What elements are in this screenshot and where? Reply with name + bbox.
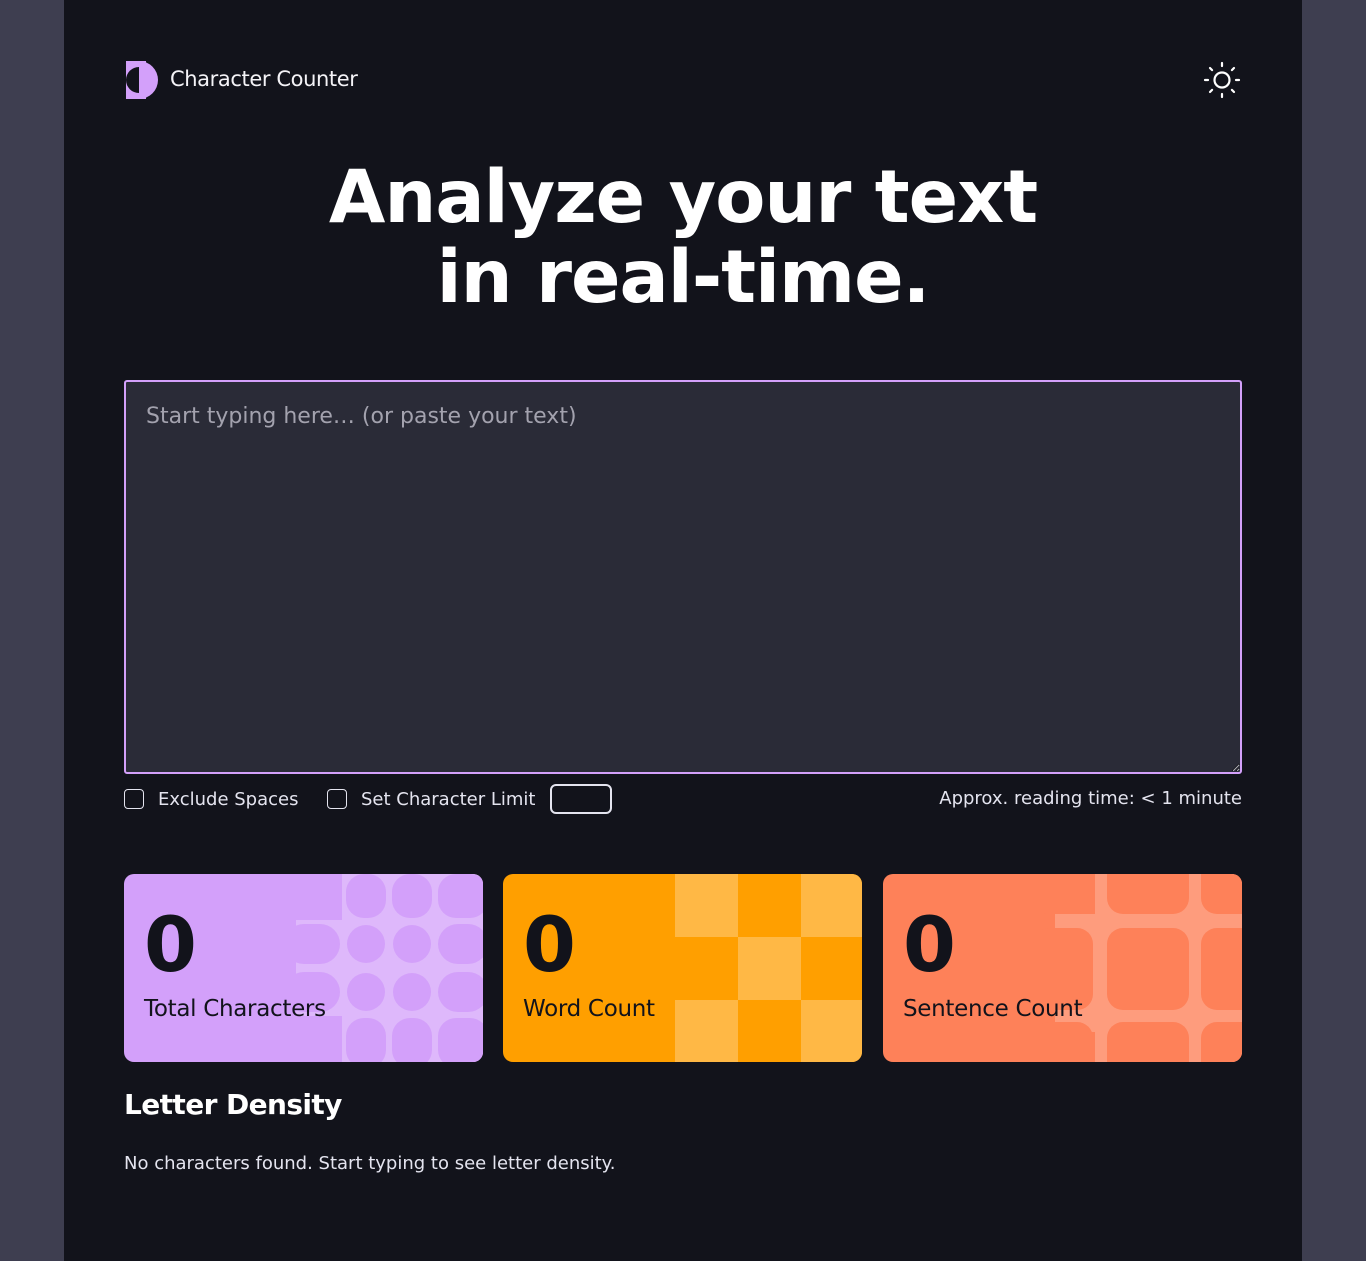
header: Character Counter [124, 60, 1242, 100]
total-characters-label: Total Characters [144, 996, 326, 1022]
sun-icon [1203, 61, 1241, 99]
theme-toggle-button[interactable] [1202, 60, 1242, 100]
hero-line-1: Analyze your text [328, 155, 1038, 240]
hero-heading: Analyze your text in real-time. [64, 158, 1302, 318]
half-circle-logo-icon [126, 61, 158, 99]
exclude-spaces-checkbox[interactable] [124, 789, 144, 809]
exclude-spaces-option[interactable]: Exclude Spaces [124, 783, 298, 815]
word-count-card: 0 Word Count [503, 874, 862, 1062]
word-count-label: Word Count [523, 996, 655, 1022]
sentence-count-card: 0 Sentence Count [883, 874, 1242, 1062]
set-limit-option[interactable]: Set Character Limit [327, 783, 612, 815]
letter-density-title: Letter Density [124, 1088, 342, 1121]
character-limit-input[interactable] [549, 784, 612, 814]
app-title: Character Counter [170, 67, 358, 91]
options-bar: Exclude Spaces Set Character Limit Appro… [124, 783, 1242, 815]
text-input[interactable] [124, 380, 1242, 774]
set-limit-label: Set Character Limit [361, 788, 536, 810]
page: Character Counter Analyze your text in r… [64, 0, 1302, 1261]
exclude-spaces-label: Exclude Spaces [158, 788, 299, 810]
total-characters-card: 0 Total Characters [124, 874, 483, 1062]
set-limit-checkbox[interactable] [327, 789, 347, 809]
sentence-count-label: Sentence Count [903, 996, 1083, 1022]
total-characters-value: 0 [144, 900, 197, 989]
word-count-value: 0 [523, 900, 576, 989]
sentence-count-value: 0 [903, 900, 956, 989]
letter-density-empty-message: No characters found. Start typing to see… [124, 1153, 616, 1174]
reading-time: Approx. reading time: < 1 minute [939, 788, 1242, 809]
hero-line-2: in real-time. [436, 235, 931, 320]
